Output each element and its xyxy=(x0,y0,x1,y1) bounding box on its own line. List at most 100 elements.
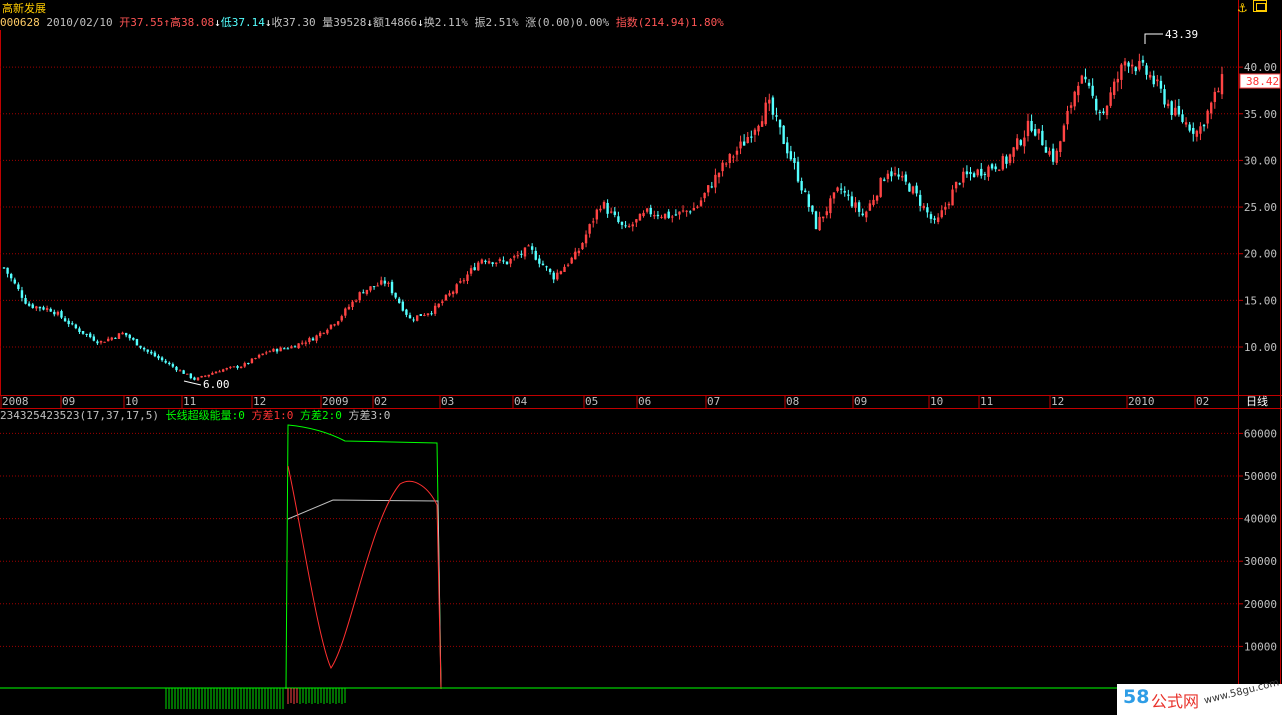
candle xyxy=(469,265,473,277)
candle xyxy=(671,215,674,223)
candle xyxy=(631,221,634,232)
candle xyxy=(893,166,897,177)
candle xyxy=(160,356,164,362)
kline-chart[interactable]: 43.39 6.00 40.00 35.00 30.00 25.00 20.00 15.0… xyxy=(0,0,1282,715)
candle xyxy=(685,210,688,217)
candle xyxy=(189,373,193,380)
candle xyxy=(502,256,505,264)
candle xyxy=(1055,148,1058,165)
candle xyxy=(969,167,972,181)
candle xyxy=(703,192,706,203)
period-label[interactable]: 日线 xyxy=(1246,394,1268,408)
candle xyxy=(1163,84,1166,108)
candle xyxy=(473,262,476,271)
indicator-tick-label: 60000 xyxy=(1244,427,1277,440)
info-segment-13: 换2.11% xyxy=(424,15,468,29)
candle xyxy=(301,340,304,346)
price-tick-label: 40.00 xyxy=(1244,61,1277,74)
candle xyxy=(821,216,825,223)
candle xyxy=(897,168,900,180)
candle xyxy=(272,348,275,353)
candle xyxy=(1041,124,1044,146)
candle xyxy=(1141,55,1145,67)
candle xyxy=(433,302,437,317)
candle xyxy=(710,181,714,189)
candle xyxy=(1184,117,1188,128)
candle xyxy=(455,283,458,295)
candle xyxy=(459,278,462,284)
candle xyxy=(336,320,340,326)
legend-item-2: 方差1:0 xyxy=(245,408,294,422)
candle xyxy=(768,93,771,112)
candle xyxy=(1098,109,1102,121)
candle xyxy=(879,177,882,198)
anchor-icon[interactable]: ⚓ xyxy=(1237,1,1248,15)
candle xyxy=(110,336,113,341)
candle xyxy=(811,205,814,215)
candle xyxy=(951,185,954,206)
candle xyxy=(9,272,13,282)
candle xyxy=(376,282,379,287)
candle xyxy=(1127,61,1130,73)
info-segment-4: 高38.08 xyxy=(170,15,214,29)
candle xyxy=(714,168,717,194)
candle xyxy=(721,160,724,177)
candle xyxy=(153,350,157,358)
candle xyxy=(6,267,9,278)
candle xyxy=(624,221,627,229)
candle xyxy=(196,377,200,381)
candle xyxy=(793,151,796,170)
candle xyxy=(509,258,512,268)
candle xyxy=(146,349,149,354)
info-segment-3: ↑ xyxy=(163,16,170,29)
stock-name: 高新发展 xyxy=(2,1,46,15)
candle xyxy=(369,286,372,293)
candle xyxy=(1188,121,1191,133)
candle xyxy=(333,323,336,327)
candle xyxy=(71,321,74,326)
time-tick-label: 04 xyxy=(514,395,528,408)
candle xyxy=(1001,153,1005,171)
candle xyxy=(448,290,451,297)
candle xyxy=(92,334,96,342)
candle xyxy=(265,350,268,355)
candle xyxy=(947,201,951,210)
candle xyxy=(182,369,185,374)
candle xyxy=(380,276,383,286)
candle xyxy=(405,308,408,318)
candle xyxy=(24,294,27,305)
candle xyxy=(990,162,994,171)
window-icon[interactable] xyxy=(1253,0,1267,12)
candle xyxy=(168,361,171,366)
candle xyxy=(38,306,42,312)
candle xyxy=(800,177,803,194)
candle xyxy=(588,223,591,238)
candle xyxy=(746,132,749,144)
candlestick-series xyxy=(2,53,1224,381)
candle xyxy=(99,340,103,345)
candle xyxy=(444,294,448,301)
indicator-lines xyxy=(0,424,1238,709)
info-segment-5: ↓ xyxy=(214,16,221,29)
candle xyxy=(699,197,703,207)
candle xyxy=(186,373,189,375)
info-segment-10: ↓ xyxy=(366,16,373,29)
candle xyxy=(839,183,843,195)
candle xyxy=(1220,66,1224,100)
candle xyxy=(1048,147,1051,157)
time-tick-label: 11 xyxy=(980,395,993,408)
candle xyxy=(742,134,746,146)
candle xyxy=(901,171,904,182)
candle xyxy=(401,299,405,312)
low-price-label: 6.00 xyxy=(203,378,230,391)
info-segment-2: 开37.55 xyxy=(119,16,163,29)
candle xyxy=(1005,154,1008,169)
info-segment-0: 000628 xyxy=(0,16,40,29)
indicator-tick-label: 40000 xyxy=(1244,513,1277,526)
candle xyxy=(1095,95,1098,115)
candle xyxy=(498,257,502,264)
candle xyxy=(911,185,915,195)
candle xyxy=(595,208,599,224)
candle xyxy=(27,301,31,307)
candle xyxy=(753,127,757,142)
